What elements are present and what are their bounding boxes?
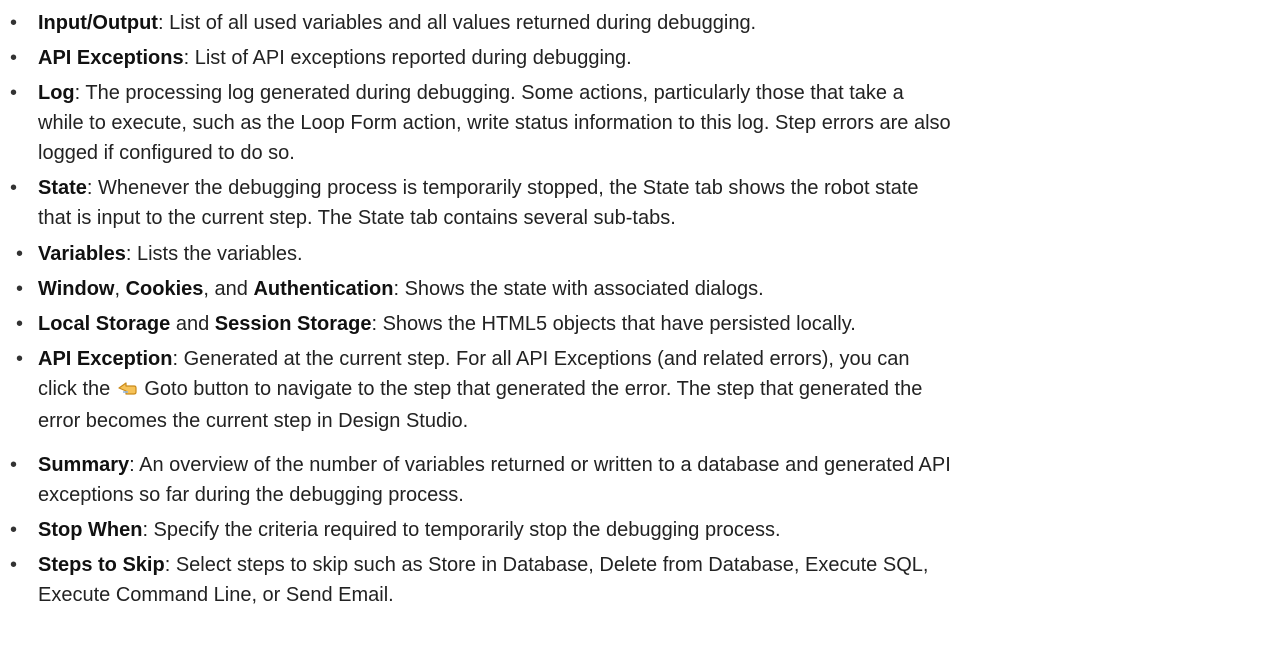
desc-input-output: : List of all used variables and all val… [157,12,757,34]
goto-arrow-icon [117,376,137,406]
term-cookies: Cookies [125,278,204,300]
term-variables: Variables [38,243,126,265]
desc-steps-to-skip-line1: : Select steps to skip such as Store in … [164,554,929,576]
bullet: • [10,47,18,69]
term-authentication: Authentication [253,278,394,300]
sub-item-window: • Window, Cookies, and Authentication: S… [16,274,951,304]
desc-api-line2-post: Goto button to navigate to the step that… [138,378,923,400]
sep-window-2: , and [203,278,254,300]
desc-summary-line1: : An overview of the number of variables… [129,454,951,476]
list-item-log: • Log: The processing log generated duri… [0,78,951,168]
desc-state-line1: : Whenever the debugging process is temp… [86,177,919,199]
bullet: • [16,313,24,335]
desc-window: : Shows the state with associated dialog… [393,278,764,300]
term-steps-to-skip: Steps to Skip [38,554,165,576]
list-item-summary: • Summary: An overview of the number of … [0,450,951,510]
bullet: • [10,454,18,476]
bullet: • [16,243,24,265]
list-item-input-output: • Input/Output: List of all used variabl… [0,8,951,38]
desc-stop-when: : Specify the criteria required to tempo… [142,519,781,541]
term-summary: Summary [38,454,130,476]
desc-log-line3: logged if configured to do so. [38,142,295,164]
desc-api-line2-pre: click the [38,378,116,400]
options-list: • Input/Output: List of all used variabl… [0,8,951,610]
desc-steps-to-skip-line2: Execute Command Line, or Send Email. [38,584,394,606]
sep-window-1: , [114,278,126,300]
sep-storage: and [170,313,215,335]
desc-storage: : Shows the HTML5 objects that have pers… [371,313,856,335]
list-item-stop-when: • Stop When: Specify the criteria requir… [0,515,951,545]
bullet: • [16,278,24,300]
list-item-steps-to-skip: • Steps to Skip: Select steps to skip su… [0,550,951,610]
bullet: • [16,348,24,370]
desc-api-line1: : Generated at the current step. For all… [172,348,910,370]
list-item-state: • State: Whenever the debugging process … [0,173,951,436]
desc-variables: : Lists the variables. [125,243,303,265]
desc-summary-line2: exceptions so far during the debugging p… [38,484,464,506]
desc-api-line3: error becomes the current step in Design… [38,410,469,432]
term-local-storage: Local Storage [38,313,171,335]
desc-log-line2: while to execute, such as the Loop Form … [38,112,951,134]
term-session-storage: Session Storage [214,313,372,335]
sub-item-variables: • Variables: Lists the variables. [16,239,951,269]
term-log: Log [38,82,75,104]
bullet: • [10,554,18,576]
sub-item-storage: • Local Storage and Session Storage: Sho… [16,309,951,339]
bullet: • [10,82,18,104]
state-sub-list: • Variables: Lists the variables. • Wind… [16,239,951,436]
term-stop-when: Stop When [38,519,143,541]
bullet: • [10,519,18,541]
desc-api-exceptions: : List of API exceptions reported during… [183,47,632,69]
term-window: Window [38,278,115,300]
list-item-api-exceptions: • API Exceptions: List of API exceptions… [0,43,951,73]
desc-state-line2: that is input to the current step. The S… [38,207,676,229]
bullet: • [10,177,18,199]
term-input-output: Input/Output [38,12,158,34]
term-api-exception: API Exception [38,348,173,370]
desc-log-line1: : The processing log generated during de… [74,82,904,104]
term-state: State [38,177,87,199]
term-api-exceptions: API Exceptions [38,47,184,69]
sub-item-api-exception: • API Exception: Generated at the curren… [16,344,951,436]
bullet: • [10,12,18,34]
